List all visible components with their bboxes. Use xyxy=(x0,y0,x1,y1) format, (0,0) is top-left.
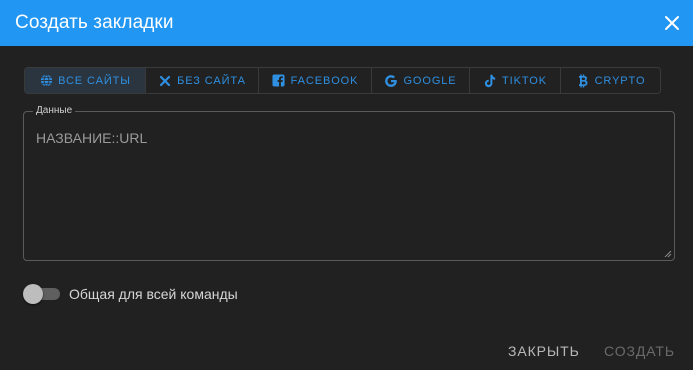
toggle-thumb xyxy=(23,284,43,304)
globe-icon xyxy=(39,74,53,88)
tab-no-site[interactable]: БЕЗ САЙТА xyxy=(146,68,259,93)
tab-label: GOOGLE xyxy=(403,74,457,87)
data-field: Данные xyxy=(23,105,675,261)
tab-facebook[interactable]: FACEBOOK xyxy=(259,68,372,93)
dialog-header: Создать закладки xyxy=(0,0,693,46)
data-textarea[interactable] xyxy=(36,129,656,249)
google-icon xyxy=(384,74,398,88)
tiktok-icon xyxy=(483,74,497,88)
bitcoin-icon xyxy=(576,74,590,88)
facebook-icon xyxy=(272,74,286,88)
dialog-title: Создать закладки xyxy=(15,12,174,33)
tab-label: CRYPTO xyxy=(594,74,646,87)
tab-all-sites[interactable]: ВСЕ САЙТЫ xyxy=(25,68,146,93)
close-button[interactable]: ЗАКРЫТЬ xyxy=(508,343,580,359)
team-shared-toggle[interactable] xyxy=(23,283,61,305)
close-icon[interactable] xyxy=(661,12,683,34)
tab-crypto[interactable]: CRYPTO xyxy=(561,68,660,93)
data-field-label: Данные xyxy=(33,105,76,117)
tab-google[interactable]: GOOGLE xyxy=(372,68,470,93)
tab-tiktok[interactable]: TIKTOK xyxy=(470,68,561,93)
create-button[interactable]: СОЗДАТЬ xyxy=(604,343,675,359)
tab-label: FACEBOOK xyxy=(290,74,359,87)
team-shared-label: Общая для всей команды xyxy=(69,286,238,302)
site-filter-tabs: ВСЕ САЙТЫ БЕЗ САЙТА FACEBOOK GOOGLE TIKT… xyxy=(24,67,661,94)
tab-label: ВСЕ САЙТЫ xyxy=(58,74,131,87)
tab-label: TIKTOK xyxy=(502,74,547,87)
x-icon xyxy=(158,74,172,88)
create-bookmarks-dialog: Создать закладки ВСЕ САЙТЫ БЕЗ САЙТА FAC… xyxy=(0,0,693,370)
team-toggle-row: Общая для всей команды xyxy=(23,283,238,305)
tab-label: БЕЗ САЙТА xyxy=(177,74,246,87)
resize-grip-icon[interactable] xyxy=(664,250,672,258)
